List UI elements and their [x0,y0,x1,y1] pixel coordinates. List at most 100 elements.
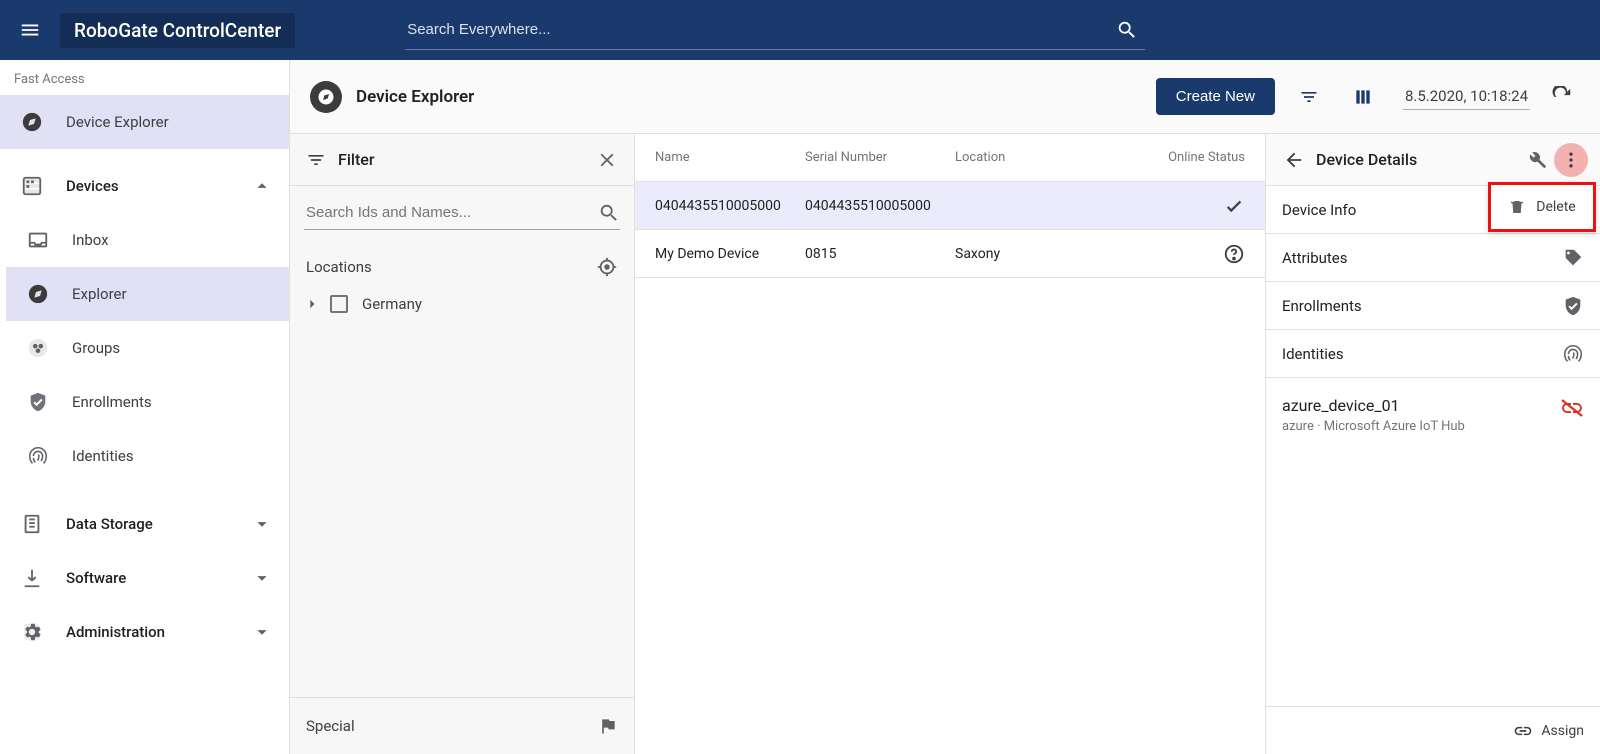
trash-icon [1508,198,1526,216]
sidebar-item-enrollments[interactable]: Enrollments [6,375,289,429]
unlink-icon [1560,396,1584,420]
tools-button[interactable] [1526,149,1548,171]
global-search[interactable] [405,10,1145,50]
delete-label: Delete [1536,199,1575,215]
content-header: Device Explorer Create New 8.5.2020, 10:… [290,60,1600,134]
checkbox[interactable] [330,295,348,313]
tab-enrollments[interactable]: Enrollments [1266,282,1600,330]
filter-section-locations: Locations [290,236,634,286]
search-icon [598,202,620,224]
details-header: Device Details [1266,134,1600,186]
tab-attributes[interactable]: Attributes [1266,234,1600,282]
chevron-down-icon [251,621,273,643]
enrollments-label: Enrollments [1282,297,1562,315]
chevron-down-icon [251,513,273,535]
sidebar-identities-label: Identities [72,447,273,465]
page-title: Device Explorer [356,87,474,107]
sidebar-data-storage-label: Data Storage [66,515,251,533]
cell-name: 0404435510005000 [655,198,805,214]
content-area: Device Explorer Create New 8.5.2020, 10:… [290,60,1600,754]
th-serial[interactable]: Serial Number [805,150,955,165]
chevron-down-icon [251,567,273,589]
data-storage-icon [20,512,44,536]
unlink-button[interactable] [1560,396,1584,420]
global-search-button[interactable] [1109,12,1145,48]
table-row[interactable]: 0404435510005000 0404435510005000 [635,182,1265,230]
fingerprint-icon [1562,343,1584,365]
identity-name: azure_device_01 [1282,396,1465,415]
sidebar-groups-label: Groups [72,339,273,357]
filter-icon [1299,87,1319,107]
more-vert-icon [1561,150,1581,170]
tab-identities[interactable]: Identities [1266,330,1600,378]
hamburger-icon [19,19,41,41]
sidebar-item-inbox[interactable]: Inbox [6,213,289,267]
main-layout: Fast Access Device Explorer Devices Inbo… [0,60,1600,754]
sidebar-enrollments-label: Enrollments [72,393,273,411]
flag-icon [598,716,618,736]
global-search-input[interactable] [405,15,1109,44]
cell-serial: 0815 [805,246,955,262]
table-row[interactable]: My Demo Device 0815 Saxony [635,230,1265,278]
target-icon[interactable] [596,256,618,278]
sidebar-item-explorer[interactable]: Explorer [6,267,289,321]
chevron-right-icon [302,294,326,314]
special-label: Special [306,717,598,735]
close-icon [596,149,618,171]
sidebar-item-groups[interactable]: Groups [6,321,289,375]
attributes-label: Attributes [1282,249,1562,267]
devices-icon [20,174,44,198]
identity-item[interactable]: azure_device_01 azure · Microsoft Azure … [1266,378,1600,438]
sidebar-devices-label: Devices [66,177,251,195]
columns-icon [1353,87,1373,107]
filter-section-special[interactable]: Special [290,697,634,754]
shield-check-icon [1562,295,1584,317]
sidebar-section-devices[interactable]: Devices [0,159,289,213]
delete-menu-item[interactable]: Delete [1488,182,1596,232]
filter-search-input[interactable] [304,196,598,229]
fast-access-device-explorer[interactable]: Device Explorer [0,95,289,149]
assign-button[interactable]: Assign [1266,706,1600,754]
th-name[interactable]: Name [655,150,805,165]
wrench-icon [1526,149,1548,171]
search-icon [1116,19,1138,41]
body-columns: Filter Locations [290,134,1600,754]
sidebar: Fast Access Device Explorer Devices Inbo… [0,60,290,754]
filter-search[interactable] [304,196,620,230]
compass-icon [20,110,44,134]
app-title: RoboGate ControlCenter [60,13,295,48]
assign-label: Assign [1541,723,1584,739]
cell-status [1135,243,1245,265]
help-icon [1223,243,1245,265]
hamburger-menu-button[interactable] [10,10,50,50]
sidebar-administration-label: Administration [66,623,251,641]
location-item-germany[interactable]: Germany [290,286,634,322]
close-filter-button[interactable] [596,149,618,171]
th-location[interactable]: Location [955,150,1135,165]
filter-toggle-button[interactable] [1289,77,1329,117]
more-menu-button[interactable] [1554,143,1588,177]
filter-panel: Filter Locations [290,134,635,754]
identity-subtitle: azure · Microsoft Azure IoT Hub [1282,419,1465,434]
groups-icon [26,336,50,360]
refresh-icon [1551,86,1573,108]
create-new-button[interactable]: Create New [1156,78,1275,115]
sidebar-section-software[interactable]: Software [0,551,289,605]
compass-icon [310,81,342,113]
tag-icon [1562,247,1584,269]
sidebar-section-administration[interactable]: Administration [0,605,289,659]
shield-check-icon [26,390,50,414]
refresh-button[interactable] [1544,86,1580,108]
fast-access-label-text: Device Explorer [66,113,273,131]
filter-icon [306,150,326,170]
fast-access-label: Fast Access [0,60,289,95]
sidebar-section-data-storage[interactable]: Data Storage [0,497,289,551]
link-icon [1513,721,1533,741]
device-details-panel: Device Details Device Info Attributes [1265,134,1600,754]
columns-button[interactable] [1343,77,1383,117]
th-status[interactable]: Online Status [1135,150,1245,165]
sidebar-item-identities[interactable]: Identities [6,429,289,483]
device-table: Name Serial Number Location Online Statu… [635,134,1265,754]
back-button[interactable] [1278,149,1310,171]
fingerprint-icon [26,444,50,468]
